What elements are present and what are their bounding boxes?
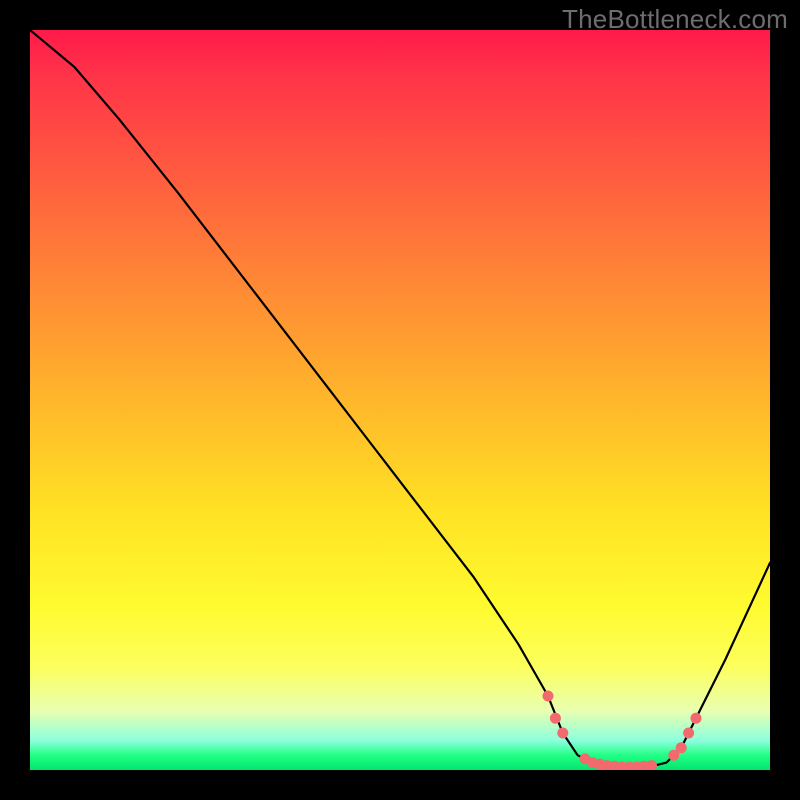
curve-marker xyxy=(646,760,657,770)
plot-area xyxy=(30,30,770,770)
curve-marker xyxy=(683,728,694,739)
curve-marker xyxy=(543,691,554,702)
curve-marker xyxy=(691,713,702,724)
bottleneck-curve-svg xyxy=(30,30,770,770)
curve-marker xyxy=(557,728,568,739)
chart-frame: TheBottleneck.com xyxy=(0,0,800,800)
curve-marker xyxy=(676,742,687,753)
bottleneck-curve-path xyxy=(30,30,770,767)
marker-group xyxy=(543,691,702,771)
watermark-text: TheBottleneck.com xyxy=(562,4,788,35)
curve-marker xyxy=(550,713,561,724)
